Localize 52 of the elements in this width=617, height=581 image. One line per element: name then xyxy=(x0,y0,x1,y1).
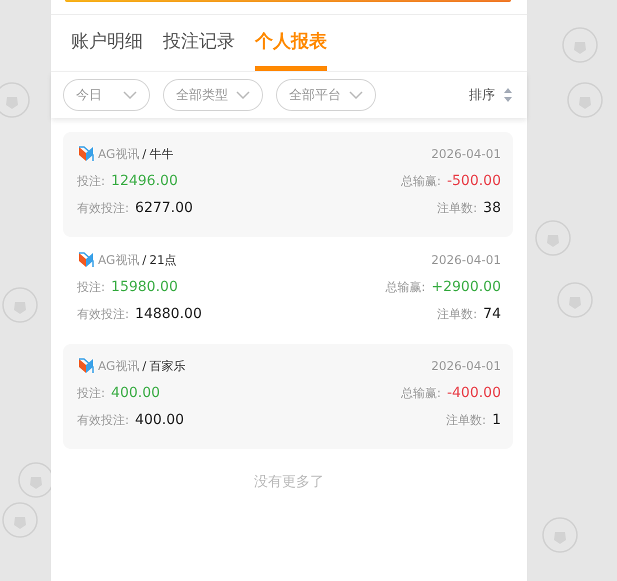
record-date: 2026-04-01 xyxy=(431,147,501,161)
platform-logo-icon xyxy=(77,251,95,269)
soccer-ball-icon xyxy=(18,462,54,498)
bet-count-label: 注单数: xyxy=(437,200,478,216)
record-date: 2026-04-01 xyxy=(431,359,501,373)
chevron-down-icon xyxy=(123,91,137,99)
bet-count-label: 注单数: xyxy=(446,412,486,428)
valid-bet-amount: 6277.00 xyxy=(135,200,193,216)
bet-amount: 15980.00 xyxy=(111,278,178,294)
bet-amount: 400.00 xyxy=(111,384,160,400)
bet-count: 1 xyxy=(492,412,501,428)
bet-count-label: 注单数: xyxy=(437,306,478,322)
tab[interactable]: 个人报表 xyxy=(255,29,327,71)
valid-bet-label: 有效投注: xyxy=(77,306,130,322)
bet-count: 74 xyxy=(483,306,501,322)
tab[interactable]: 账户明细 xyxy=(71,29,143,71)
tab[interactable]: 投注记录 xyxy=(163,29,235,71)
filter-dropdown[interactable]: 全部类型 xyxy=(163,79,263,111)
no-more-text: 没有更多了 xyxy=(254,474,324,490)
bet-label: 投注: xyxy=(77,278,106,296)
win-loss-amount: -500.00 xyxy=(446,172,501,188)
bet-label: 投注: xyxy=(77,172,106,190)
sort-icon xyxy=(503,87,513,103)
game-name: 牛牛 xyxy=(149,146,174,162)
platform-name: AG视讯 xyxy=(98,252,140,268)
chevron-down-icon xyxy=(236,91,250,99)
record-date: 2026-04-01 xyxy=(431,253,501,267)
win-loss-label: 总输赢: xyxy=(400,384,441,402)
game-name: 21点 xyxy=(149,252,177,268)
platform-logo-icon xyxy=(77,357,95,375)
valid-bet-amount: 400.00 xyxy=(135,412,184,428)
filter-dropdown[interactable]: 全部平台 xyxy=(276,79,376,111)
platform-name: AG视讯 xyxy=(98,146,140,162)
win-loss-amount: -400.00 xyxy=(446,384,501,400)
win-loss-label: 总输赢: xyxy=(385,278,426,296)
bet-label: 投注: xyxy=(77,384,106,402)
win-loss-label: 总输赢: xyxy=(400,172,441,190)
win-loss-amount: +2900.00 xyxy=(431,278,501,294)
chevron-down-icon xyxy=(349,91,363,99)
separator: / xyxy=(142,359,146,373)
filter-dropdown[interactable]: 今日 xyxy=(63,79,150,111)
sort-button[interactable]: 排序 xyxy=(469,86,513,104)
platform-logo-icon xyxy=(77,145,95,163)
separator: / xyxy=(142,253,146,267)
valid-bet-label: 有效投注: xyxy=(77,412,130,428)
platform-name: AG视讯 xyxy=(98,358,140,374)
bet-amount: 12496.00 xyxy=(111,172,178,188)
valid-bet-label: 有效投注: xyxy=(77,200,130,216)
valid-bet-amount: 14880.00 xyxy=(135,306,202,322)
bet-count: 38 xyxy=(483,200,501,216)
separator: / xyxy=(142,147,146,161)
game-name: 百家乐 xyxy=(149,358,186,374)
